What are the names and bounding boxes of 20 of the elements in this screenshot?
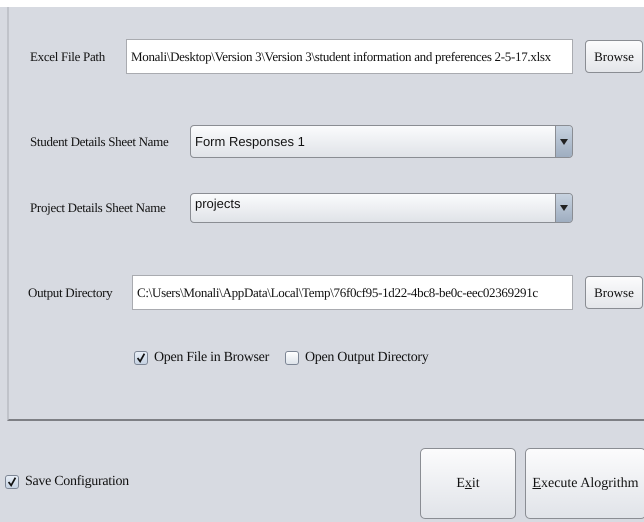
checkbox-label: Save Configuration (25, 474, 129, 490)
dropdown-arrow-icon (560, 138, 568, 146)
field-label: Student Details Sheet Name (29, 134, 170, 150)
field-label: Output Directory (27, 284, 114, 300)
checkbox-label: Open Output Directory (304, 350, 428, 366)
browse-button[interactable]: Browse (585, 40, 643, 73)
sheet-dropdown[interactable]: Form Responses 1 (190, 125, 573, 158)
sheet-dropdown[interactable]: projects (190, 193, 573, 223)
field-label: Project Details Sheet Name (29, 200, 167, 216)
path-field[interactable]: C:\Users\Monali\AppData\Local\Temp\76f0cf95-1d22-4bc8-be0c-eec02369291c (132, 275, 573, 310)
exit-button[interactable]: Exit (420, 448, 516, 519)
checkbox-label: Open File in Browser (154, 350, 269, 366)
browse-button[interactable]: Browse (585, 276, 643, 309)
field-label: Excel File Path (29, 48, 106, 64)
checkbox[interactable] (284, 351, 299, 365)
path-field[interactable]: Monali\Desktop\Version 3\Version 3\student information and preferences 2-5-17.xlsx (126, 39, 573, 74)
checkbox[interactable] (5, 474, 19, 488)
execute-button[interactable]: Execute Alogrithm (525, 448, 644, 519)
checkbox[interactable] (134, 351, 148, 365)
dropdown-arrow-icon (560, 204, 568, 212)
